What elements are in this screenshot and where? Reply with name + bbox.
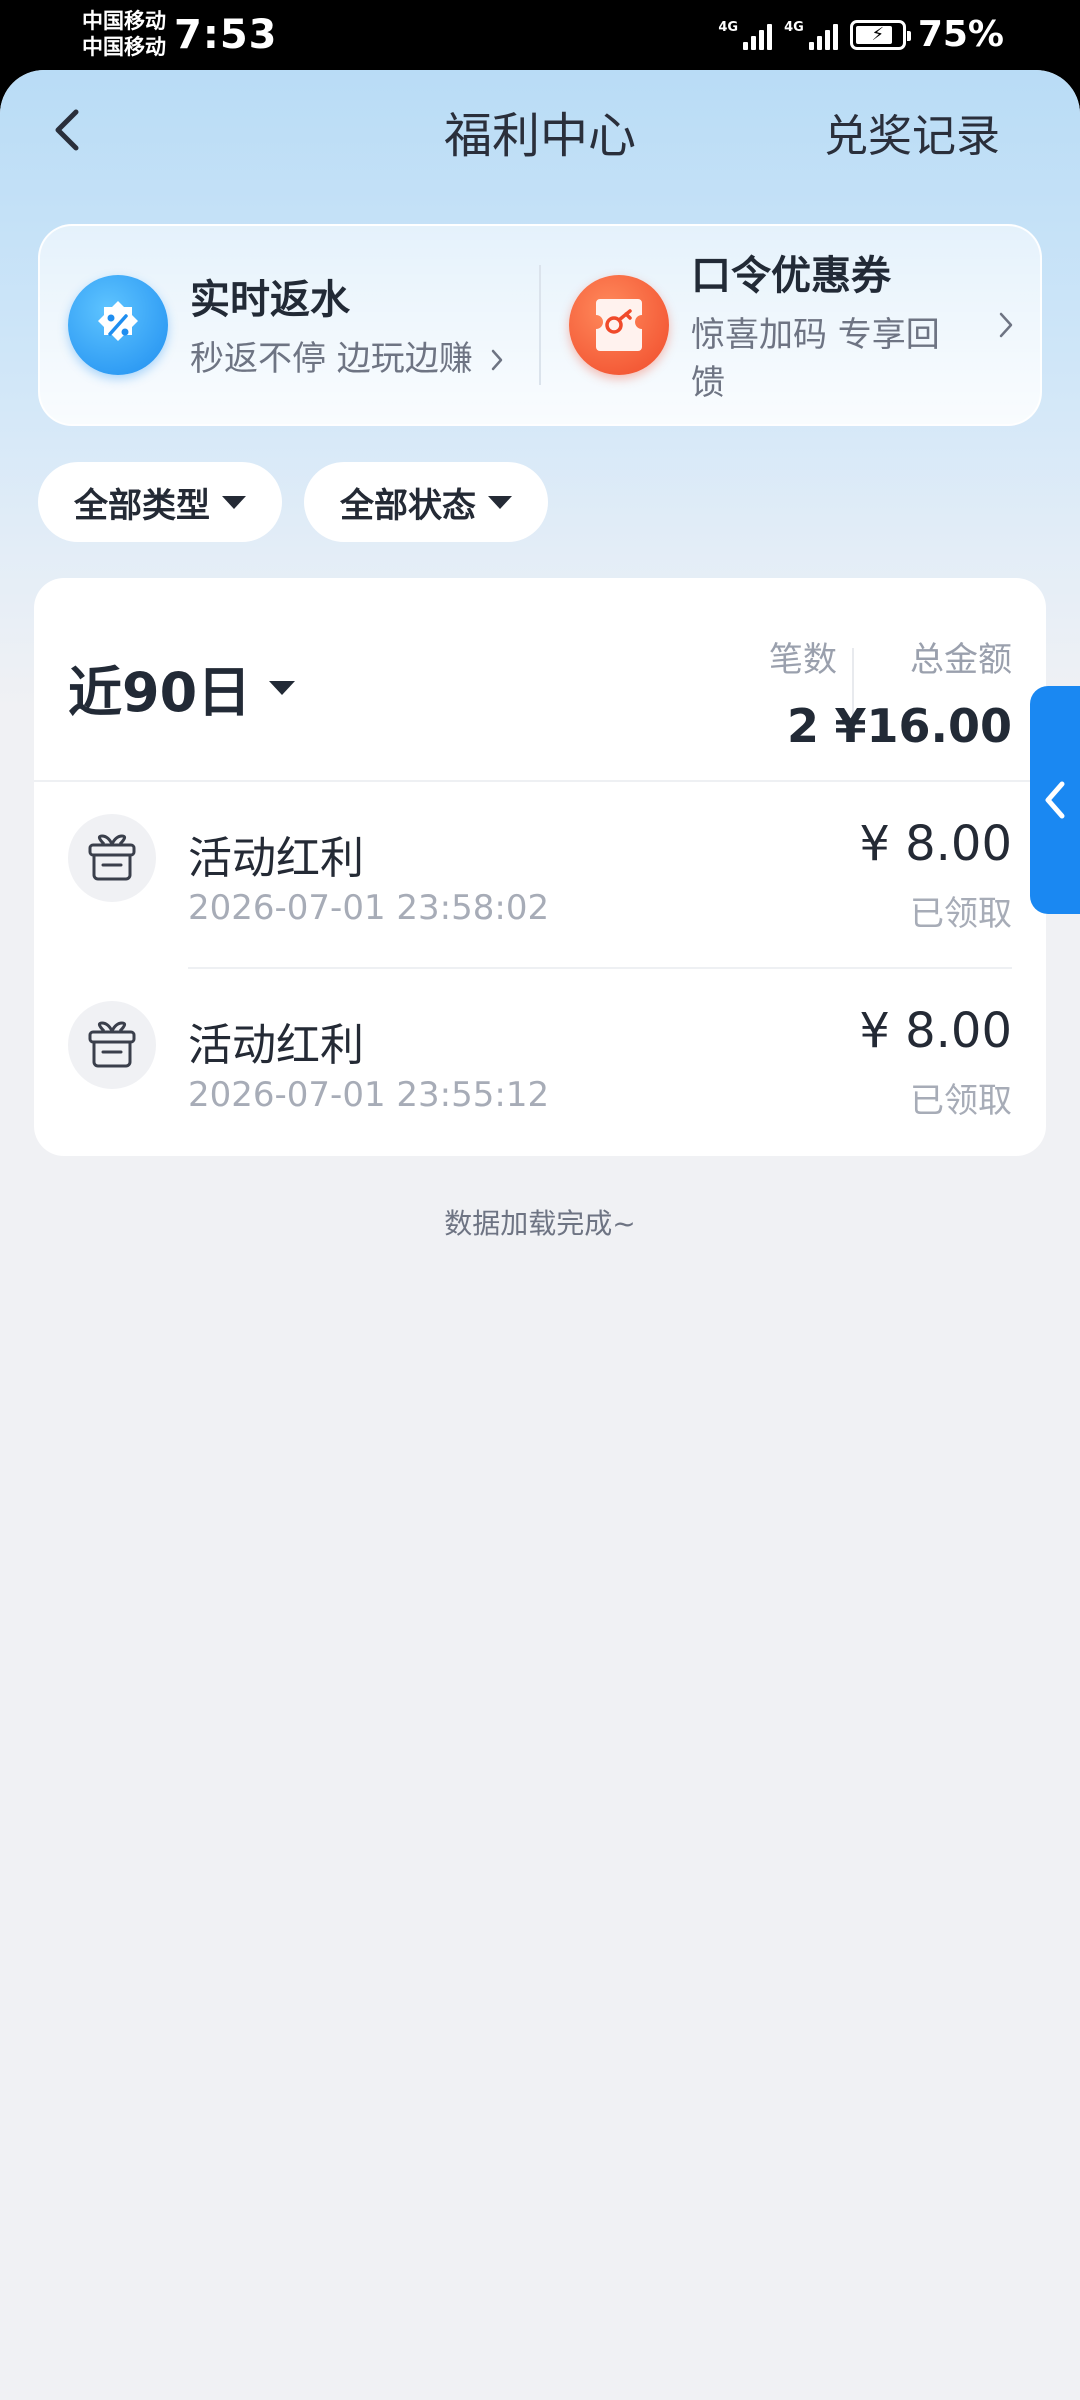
record-status: 已领取 (910, 894, 1012, 934)
status-icons: 4G 4G ⚡ 75% (718, 14, 1004, 55)
record-amount: ¥ 8.00 (859, 816, 1012, 872)
chevron-right-icon (491, 349, 502, 371)
coupon-ticket-icon (569, 275, 669, 375)
signal-icon: 4G (784, 20, 838, 50)
promo-subtitle: 秒返不停 边玩边赚 (190, 335, 504, 383)
period-label: 近90日 (68, 661, 252, 724)
status-filter-label: 全部状态 (340, 485, 476, 526)
welfare-center-screen: 福利中心 兑奖记录 实时返水 秒返不停 边玩边赚 口令优惠券 惊喜加码 专享回馈… (0, 70, 1080, 2400)
carrier-1: 中国移动 (82, 9, 166, 33)
carrier-2: 中国移动 (82, 35, 166, 59)
promo-subtitle: 惊喜加码 专享回馈 (691, 315, 940, 403)
status-bar: 中国移动 中国移动 7:53 4G 4G ⚡ 75% (0, 0, 1080, 70)
promo-card: 实时返水 秒返不停 边玩边赚 口令优惠券 惊喜加码 专享回馈 (38, 224, 1042, 426)
load-complete-text: 数据加载完成~ (444, 1207, 636, 1240)
battery-percent: 75% (917, 14, 1004, 55)
promo-title: 实时返水 (190, 277, 350, 323)
records-card: 近90日 笔数 2 总金额 ¥16.00 活动红利 2026-07-01 23:… (34, 578, 1046, 1156)
signal-icon: 4G (718, 20, 773, 50)
summary-header: 近90日 笔数 2 总金额 ¥16.00 (34, 578, 1046, 782)
percent-badge-icon (68, 275, 168, 375)
caret-down-icon (269, 680, 296, 695)
battery-icon: ⚡ (849, 19, 911, 50)
gift-box-icon (68, 1001, 156, 1089)
filter-bar: 全部类型 全部状态 (38, 462, 548, 542)
type-filter-dropdown[interactable]: 全部类型 (38, 462, 282, 542)
realtime-rebate-entry[interactable]: 实时返水 秒返不停 边玩边赚 (40, 226, 539, 424)
redeem-records-link[interactable]: 兑奖记录 (824, 100, 1000, 164)
record-time: 2026-07-01 23:58:02 (188, 888, 550, 928)
promo-title: 口令优惠券 (691, 253, 891, 299)
record-amount: ¥ 8.00 (859, 1003, 1012, 1059)
type-filter-label: 全部类型 (74, 485, 210, 526)
record-time: 2026-07-01 23:55:12 (188, 1075, 550, 1115)
gift-box-icon (68, 814, 156, 902)
caret-down-icon (488, 495, 512, 509)
status-filter-dropdown[interactable]: 全部状态 (304, 462, 548, 542)
coupon-code-entry[interactable]: 口令优惠券 惊喜加码 专享回馈 (541, 226, 1040, 424)
record-title: 活动红利 (188, 1020, 364, 1071)
chevron-right-icon (999, 312, 1013, 338)
total-value: ¥16.00 (834, 699, 1012, 753)
chevron-left-icon (1045, 781, 1065, 819)
total-label: 总金额 (910, 640, 1012, 680)
caret-down-icon (222, 495, 246, 509)
list-item[interactable]: 活动红利 2026-07-01 23:58:02 ¥ 8.00 已领取 (34, 782, 1046, 969)
carrier-labels: 中国移动 中国移动 (82, 8, 166, 60)
side-drawer-handle[interactable] (1030, 686, 1080, 914)
clock: 7:53 (174, 12, 278, 58)
record-title: 活动红利 (188, 833, 364, 884)
nav-bar: 福利中心 兑奖记录 (0, 70, 1080, 200)
list-item[interactable]: 活动红利 2026-07-01 23:55:12 ¥ 8.00 已领取 (34, 969, 1046, 1156)
period-selector[interactable]: 近90日 (68, 648, 296, 727)
total-stat: 总金额 ¥16.00 (834, 632, 1012, 753)
record-status: 已领取 (910, 1081, 1012, 1121)
